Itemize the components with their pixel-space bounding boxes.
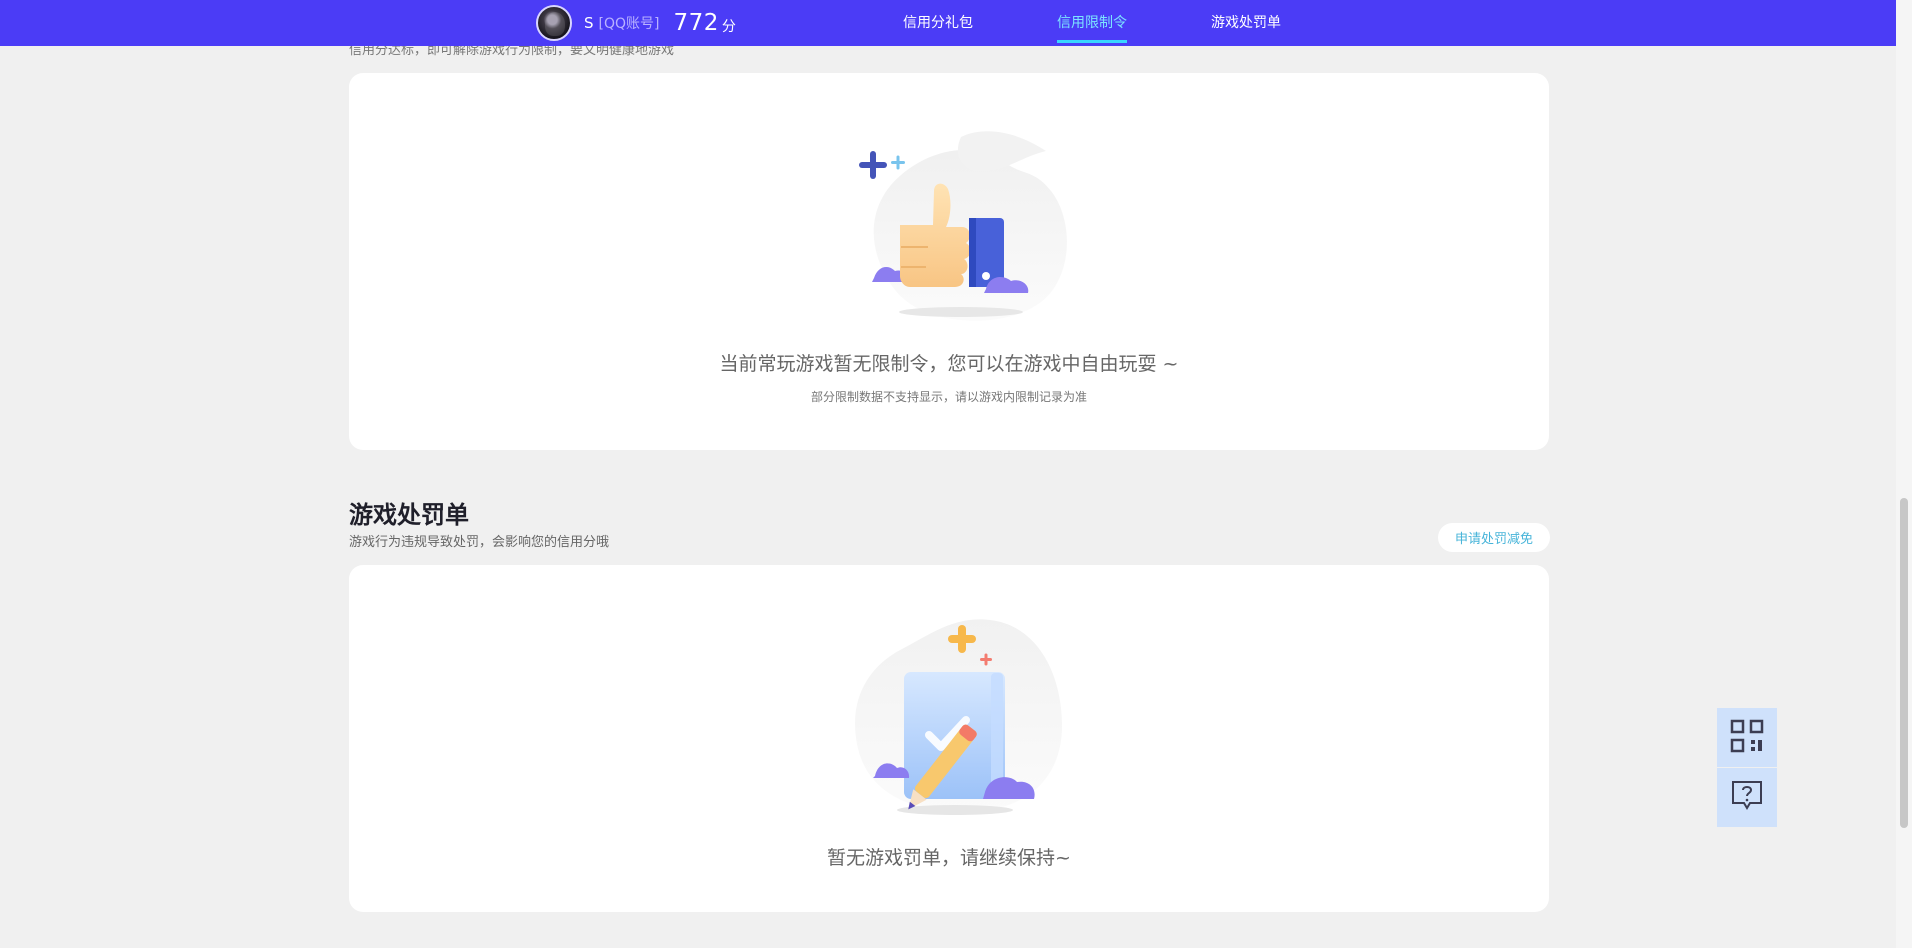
help-feedback-button[interactable]	[1717, 768, 1777, 827]
help-question-icon	[1730, 779, 1764, 817]
thumbs-up-illustration	[846, 131, 1076, 325]
top-navigation-bar: S [QQ账号] 772 分 信用分礼包 信用限制令 游戏处罚单	[0, 0, 1896, 46]
penalty-section-subtitle: 游戏行为违规导致处罚，会影响您的信用分哦	[349, 535, 610, 550]
vertical-scrollbar-thumb[interactable]	[1900, 498, 1908, 828]
penalty-section-title: 游戏处罚单	[349, 501, 469, 529]
penalty-empty-title: 暂无游戏罚单，请继续保持~	[827, 847, 1071, 869]
penalty-empty-card: 暂无游戏罚单，请继续保持~	[349, 565, 1549, 912]
avatar[interactable]	[536, 5, 572, 41]
tab-game-penalty[interactable]: 游戏处罚单	[1211, 0, 1281, 46]
tab-credit-restriction[interactable]: 信用限制令	[1057, 0, 1127, 46]
restriction-empty-title: 当前常玩游戏暂无限制令，您可以在游戏中自由玩耍 ~	[719, 353, 1179, 375]
credit-score-unit: 分	[721, 18, 736, 35]
restriction-empty-card: 当前常玩游戏暂无限制令，您可以在游戏中自由玩耍 ~ 部分限制数据不支持显示，请以…	[349, 73, 1549, 450]
floating-tool-panel	[1717, 708, 1777, 827]
no-penalty-illustration	[835, 612, 1075, 822]
user-summary: S [QQ账号] 772 分	[536, 5, 736, 41]
tab-credit-gift[interactable]: 信用分礼包	[903, 0, 973, 46]
restriction-empty-note: 部分限制数据不支持显示，请以游戏内限制记录为准	[810, 390, 1087, 404]
user-name: S	[584, 14, 594, 32]
qr-code-button[interactable]	[1717, 708, 1777, 767]
credit-score: 772	[673, 10, 719, 36]
account-type: [QQ账号]	[598, 16, 660, 32]
credit-page: S [QQ账号] 772 分 信用分礼包 信用限制令 游戏处罚单 信用分达标，即…	[0, 0, 1912, 948]
qr-code-icon	[1730, 719, 1764, 757]
apply-penalty-reduction-button[interactable]: 申请处罚减免	[1438, 523, 1550, 552]
